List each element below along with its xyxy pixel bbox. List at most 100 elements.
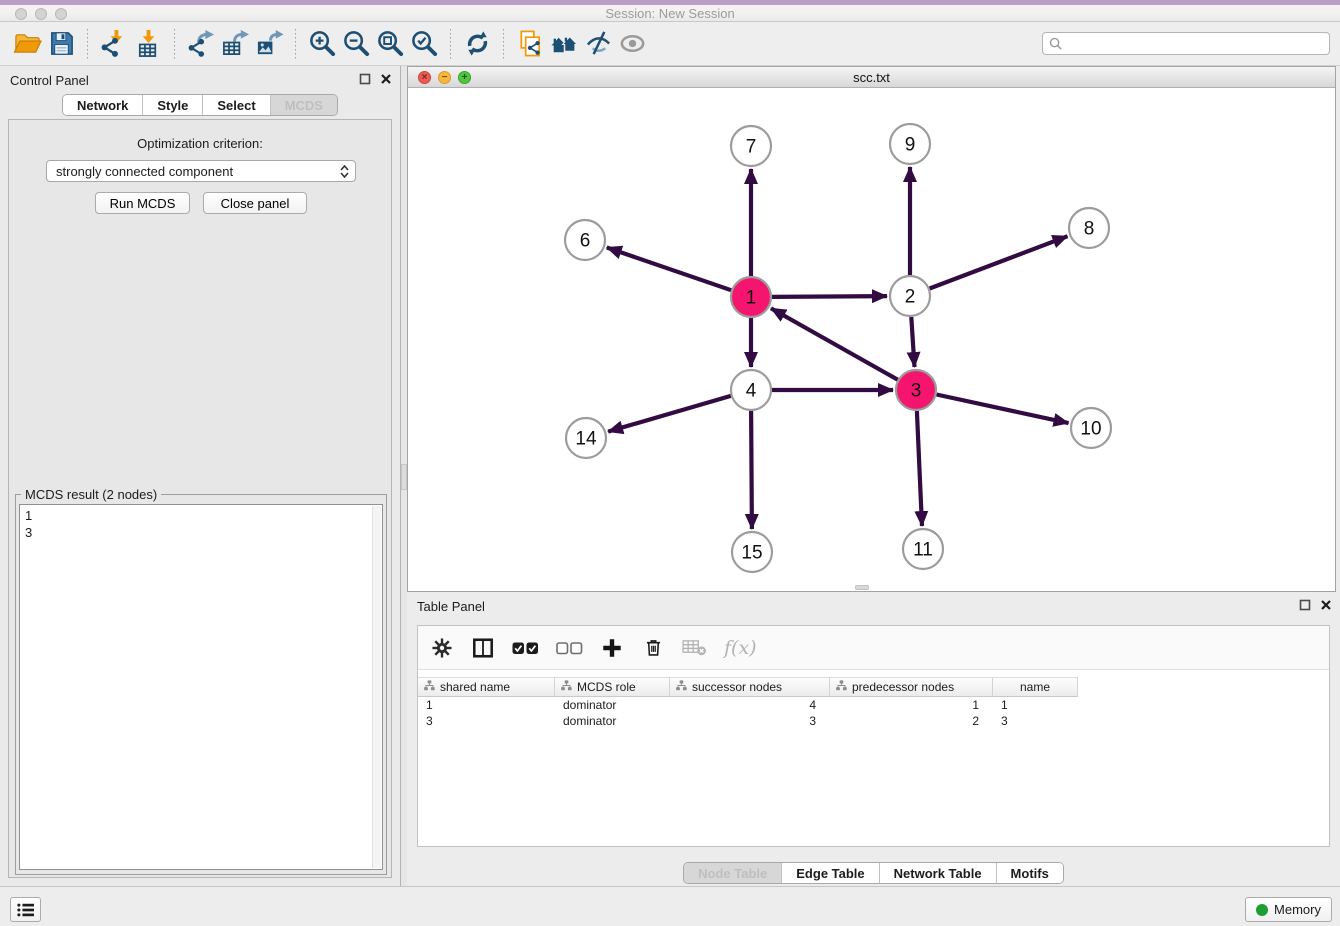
open-folder-icon[interactable] bbox=[10, 28, 44, 60]
table-cell[interactable]: 3 bbox=[418, 713, 555, 729]
table-tab-node-table[interactable]: Node Table bbox=[684, 863, 781, 883]
edge-3-11[interactable] bbox=[917, 411, 922, 526]
close-panel-button[interactable]: Close panel bbox=[203, 192, 307, 214]
graph-node-9[interactable]: 9 bbox=[890, 124, 930, 164]
float-table-panel-icon[interactable] bbox=[1299, 599, 1311, 611]
edge-2-8[interactable] bbox=[930, 236, 1068, 288]
svg-text:15: 15 bbox=[741, 543, 762, 564]
column-header-MCDS-role[interactable]: MCDS role bbox=[555, 677, 670, 697]
export-table-icon[interactable] bbox=[218, 28, 252, 60]
table-cell[interactable]: 3 bbox=[670, 713, 830, 729]
node-table[interactable]: shared nameMCDS rolesuccessor nodesprede… bbox=[418, 677, 1329, 729]
task-history-button[interactable] bbox=[10, 897, 41, 922]
split-panel-icon[interactable] bbox=[471, 635, 495, 661]
import-network-icon[interactable] bbox=[97, 28, 131, 60]
duplicate-network-icon[interactable] bbox=[513, 28, 547, 60]
graph-node-7[interactable]: 7 bbox=[731, 126, 771, 166]
hide-panels-icon[interactable] bbox=[581, 28, 615, 60]
export-image-icon[interactable] bbox=[252, 28, 286, 60]
svg-text:9: 9 bbox=[905, 135, 916, 156]
edge-4-14[interactable] bbox=[608, 396, 731, 432]
optimization-criterion-label: Optimization criterion: bbox=[9, 136, 391, 151]
zoom-selected-icon[interactable] bbox=[407, 28, 441, 60]
column-header-predecessor-nodes[interactable]: predecessor nodes bbox=[830, 677, 993, 697]
tab-mcds[interactable]: MCDS bbox=[270, 95, 337, 115]
edge-3-10[interactable] bbox=[937, 395, 1069, 424]
edge-4-15[interactable] bbox=[751, 411, 752, 529]
table-cell[interactable]: 3 bbox=[993, 713, 1078, 729]
memory-button[interactable]: Memory bbox=[1245, 897, 1332, 922]
network-graph[interactable]: 7 9 6 8 1 2 4 3 14 10 15 11 bbox=[408, 88, 1335, 591]
graph-node-2[interactable]: 2 bbox=[890, 276, 930, 316]
graph-node-11[interactable]: 11 bbox=[903, 529, 943, 569]
graph-node-8[interactable]: 8 bbox=[1069, 208, 1109, 248]
edge-1-6[interactable] bbox=[607, 248, 731, 291]
zoom-out-icon[interactable] bbox=[339, 28, 373, 60]
graph-node-15[interactable]: 15 bbox=[732, 532, 772, 572]
edge-3-1[interactable] bbox=[771, 308, 898, 379]
tab-select[interactable]: Select bbox=[202, 95, 269, 115]
settings-icon[interactable] bbox=[430, 635, 454, 661]
mcds-result-text[interactable]: 1 3 bbox=[19, 504, 383, 870]
search-icon bbox=[1049, 37, 1062, 50]
column-header-successor-nodes[interactable]: successor nodes bbox=[670, 677, 830, 697]
edge-1-2[interactable] bbox=[772, 296, 887, 297]
table-cell[interactable]: dominator bbox=[555, 697, 670, 713]
run-mcds-button[interactable]: Run MCDS bbox=[95, 192, 190, 214]
table-row[interactable]: 3dominator323 bbox=[418, 713, 1329, 729]
table-cell[interactable]: 4 bbox=[670, 697, 830, 713]
table-cell[interactable]: 1 bbox=[418, 697, 555, 713]
edge-2-3[interactable] bbox=[911, 317, 914, 367]
table-cell[interactable]: 2 bbox=[830, 713, 993, 729]
search-box[interactable] bbox=[1042, 32, 1330, 55]
tree-icon bbox=[676, 680, 687, 694]
column-header-name[interactable]: name bbox=[993, 677, 1078, 697]
close-panel-icon[interactable] bbox=[380, 73, 392, 85]
mcds-result-group: MCDS result (2 nodes) 1 3 bbox=[15, 494, 387, 875]
zoom-in-icon[interactable] bbox=[305, 28, 339, 60]
criterion-value: strongly connected component bbox=[56, 164, 233, 179]
tab-style[interactable]: Style bbox=[142, 95, 202, 115]
import-table-icon[interactable] bbox=[131, 28, 165, 60]
tree-icon bbox=[424, 680, 435, 694]
canvas-resize-grip[interactable] bbox=[855, 585, 869, 590]
network-window-titlebar[interactable]: × − + scc.txt bbox=[408, 67, 1335, 88]
add-column-icon[interactable] bbox=[600, 635, 624, 661]
toolbar-separator bbox=[174, 29, 175, 59]
column-header-shared-name[interactable]: shared name bbox=[418, 677, 555, 697]
table-cell[interactable]: 1 bbox=[993, 697, 1078, 713]
graph-node-4[interactable]: 4 bbox=[731, 370, 771, 410]
window-title: Session: New Session bbox=[0, 6, 1340, 21]
delete-column-icon[interactable] bbox=[641, 635, 665, 661]
save-session-icon[interactable] bbox=[44, 28, 78, 60]
close-table-panel-icon[interactable] bbox=[1320, 599, 1332, 611]
table-tab-network-table[interactable]: Network Table bbox=[879, 863, 996, 883]
graph-node-3[interactable]: 3 bbox=[896, 370, 936, 410]
criterion-select[interactable]: strongly connected component bbox=[46, 160, 356, 182]
select-stepper-icon bbox=[340, 165, 349, 178]
toolbar-separator bbox=[450, 29, 451, 59]
network-canvas[interactable]: 7 9 6 8 1 2 4 3 14 10 15 11 bbox=[408, 88, 1335, 591]
export-network-icon[interactable] bbox=[184, 28, 218, 60]
table-cell[interactable]: 1 bbox=[830, 697, 993, 713]
show-panel-icon[interactable] bbox=[615, 28, 649, 60]
select-all-icon[interactable] bbox=[512, 635, 539, 661]
table-tab-edge-table[interactable]: Edge Table bbox=[781, 863, 878, 883]
deselect-all-icon[interactable] bbox=[556, 635, 583, 661]
float-panel-icon[interactable] bbox=[359, 73, 371, 85]
table-toolbar: f(x) bbox=[418, 626, 1329, 670]
tab-network[interactable]: Network bbox=[63, 95, 142, 115]
table-cell[interactable]: dominator bbox=[555, 713, 670, 729]
svg-text:1: 1 bbox=[746, 288, 757, 309]
graph-node-6[interactable]: 6 bbox=[565, 220, 605, 260]
refresh-icon[interactable] bbox=[460, 28, 494, 60]
table-row[interactable]: 1dominator411 bbox=[418, 697, 1329, 713]
graph-node-1[interactable]: 1 bbox=[731, 277, 771, 317]
table-tab-motifs[interactable]: Motifs bbox=[996, 863, 1063, 883]
graph-node-14[interactable]: 14 bbox=[566, 418, 606, 458]
zoom-fit-icon[interactable] bbox=[373, 28, 407, 60]
home-icon[interactable] bbox=[547, 28, 581, 60]
result-scrollbar[interactable] bbox=[372, 506, 381, 868]
graph-node-10[interactable]: 10 bbox=[1071, 408, 1111, 448]
search-input[interactable] bbox=[1066, 37, 1323, 51]
